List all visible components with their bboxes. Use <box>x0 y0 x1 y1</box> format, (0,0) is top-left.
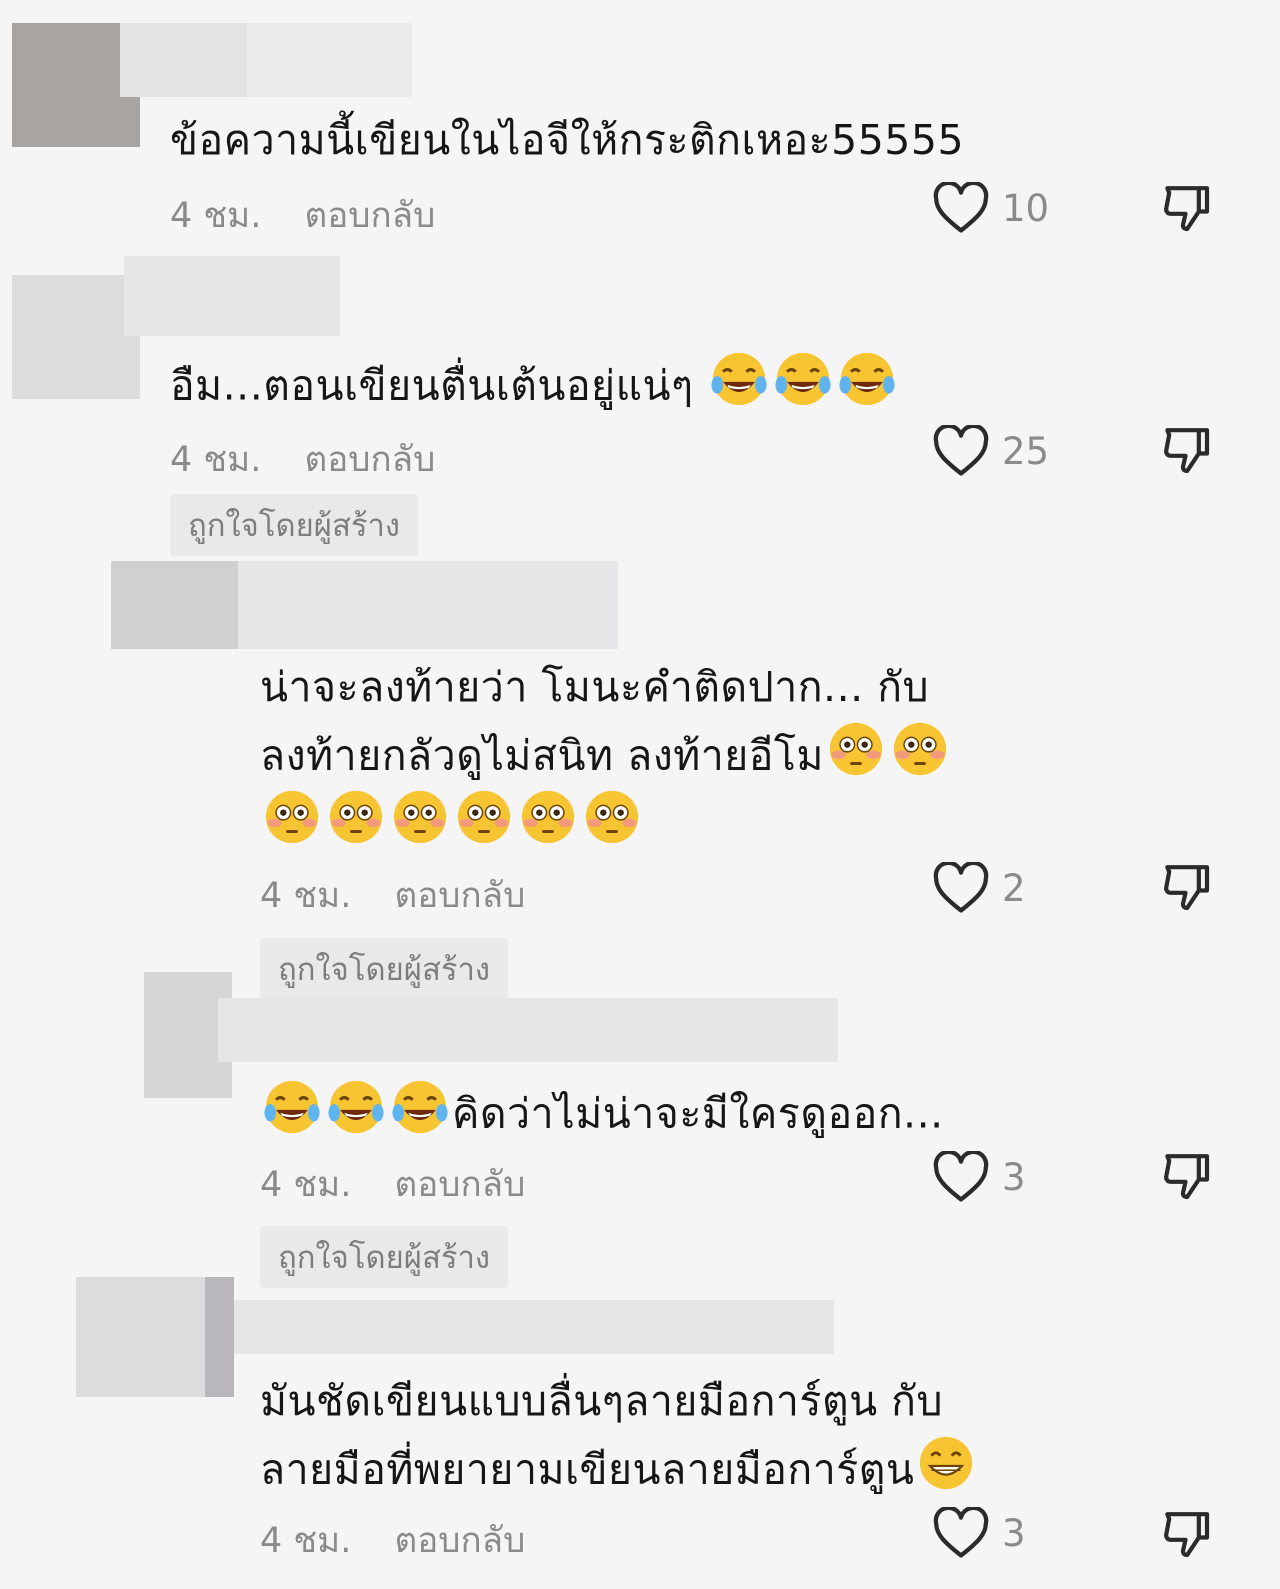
avatar-redacted[interactable] <box>111 561 239 649</box>
like-button[interactable]: 25 <box>932 425 1049 477</box>
comment-text-line1: มันชัดเขียนแบบลื่นๆลายมือการ์ตูน กับ <box>260 1377 943 1425</box>
comment-time: 4 ชม. <box>170 196 262 236</box>
flushed-face-icon <box>327 788 385 865</box>
flushed-face-icon <box>263 788 321 865</box>
like-count: 25 <box>1002 429 1050 473</box>
thumbs-down-icon[interactable] <box>1158 180 1214 236</box>
thumbs-down-icon[interactable] <box>1158 1148 1214 1204</box>
username-redacted[interactable] <box>218 998 838 1062</box>
emoji-row <box>260 788 644 865</box>
like-button[interactable]: 2 <box>932 862 1026 914</box>
comment-text-row: ลงท้ายกลัวดูไม่สนิท ลงท้ายอีโม <box>260 720 952 797</box>
face-with-tears-of-joy-icon <box>774 350 832 427</box>
comment-text-line2: ลงท้ายกลัวดูไม่สนิท ลงท้ายอีโม <box>260 731 824 780</box>
like-button[interactable]: 3 <box>932 1151 1026 1203</box>
reply-button[interactable]: ตอบกลับ <box>395 1157 526 1212</box>
like-button[interactable]: 10 <box>932 182 1049 234</box>
comment-meta: 4 ชม. ตอบกลับ <box>260 868 525 923</box>
heart-outline-icon <box>933 425 989 476</box>
comment-time: 4 ชม. <box>260 1165 352 1205</box>
comment-meta: 4 ชม. ตอบกลับ <box>260 1513 525 1568</box>
comment-text-row: ลายมือที่พยายามเขียนลายมือการ์ตูน <box>260 1434 978 1511</box>
face-with-tears-of-joy-icon <box>391 1078 449 1155</box>
face-with-tears-of-joy-icon <box>710 350 768 427</box>
reply-button[interactable]: ตอบกลับ <box>395 1513 526 1568</box>
avatar-redacted[interactable] <box>12 275 140 399</box>
heart-outline-icon <box>933 862 989 913</box>
thumbs-down-icon[interactable] <box>1158 1506 1214 1562</box>
like-count: 3 <box>1002 1155 1026 1199</box>
like-button[interactable]: 3 <box>932 1507 1026 1559</box>
comment-text-row: อืม...ตอนเขียนตื่นเต้นอยู่แน่ๆ <box>170 350 899 427</box>
heart-outline-icon <box>933 1151 989 1202</box>
comment-meta: 4 ชม. ตอบกลับ <box>170 432 435 487</box>
thumbs-down-icon[interactable] <box>1158 422 1214 478</box>
face-with-tears-of-joy-icon <box>838 350 896 427</box>
face-with-tears-of-joy-icon <box>327 1078 385 1155</box>
comment-time: 4 ชม. <box>260 876 352 916</box>
comment-time: 4 ชม. <box>170 440 262 480</box>
heart-outline-icon <box>933 182 989 233</box>
flushed-face-icon <box>891 720 949 797</box>
comment-meta: 4 ชม. ตอบกลับ <box>170 188 435 243</box>
flushed-face-icon <box>827 720 885 797</box>
grinning-face-icon <box>917 1434 975 1511</box>
username-redacted[interactable] <box>238 561 618 649</box>
reply-button[interactable]: ตอบกลับ <box>305 188 436 243</box>
username-redacted[interactable] <box>234 1300 834 1354</box>
avatar-redacted-seg <box>205 1277 234 1397</box>
comment-text: อืม...ตอนเขียนตื่นเต้นอยู่แน่ๆ <box>170 361 694 410</box>
face-with-tears-of-joy-icon <box>263 1078 321 1155</box>
flushed-face-icon <box>455 788 513 865</box>
username-redacted[interactable] <box>124 256 340 336</box>
like-count: 2 <box>1002 866 1026 910</box>
liked-by-creator-badge: ถูกใจโดยผู้สร้าง <box>260 1226 509 1288</box>
flushed-face-icon <box>391 788 449 865</box>
comment-text-line2: ลายมือที่พยายามเขียนลายมือการ์ตูน <box>260 1445 915 1494</box>
liked-by-creator-badge: ถูกใจโดยผู้สร้าง <box>170 494 419 556</box>
comment-meta: 4 ชม. ตอบกลับ <box>260 1157 525 1212</box>
comment-text: คิดว่าไม่น่าจะมีใครดูออก... <box>452 1089 944 1138</box>
heart-outline-icon <box>933 1507 989 1558</box>
flushed-face-icon <box>519 788 577 865</box>
comment-text: ข้อความนี้เขียนในไอจีให้กระติกเหอะ55555 <box>170 116 965 164</box>
comment-time: 4 ชม. <box>260 1521 352 1561</box>
thumbs-down-icon[interactable] <box>1158 859 1214 915</box>
username-redacted-seg <box>247 23 412 97</box>
flushed-face-icon <box>583 788 641 865</box>
like-count: 3 <box>1002 1511 1026 1555</box>
like-count: 10 <box>1002 186 1050 230</box>
reply-button[interactable]: ตอบกลับ <box>395 868 526 923</box>
liked-by-creator-badge: ถูกใจโดยผู้สร้าง <box>260 938 509 1000</box>
comment-text-line1: น่าจะลงท้ายว่า โมนะคำติดปาก... กับ <box>260 663 930 711</box>
reply-button[interactable]: ตอบกลับ <box>305 432 436 487</box>
comment-text-row: คิดว่าไม่น่าจะมีใครดูออก... <box>260 1078 944 1155</box>
